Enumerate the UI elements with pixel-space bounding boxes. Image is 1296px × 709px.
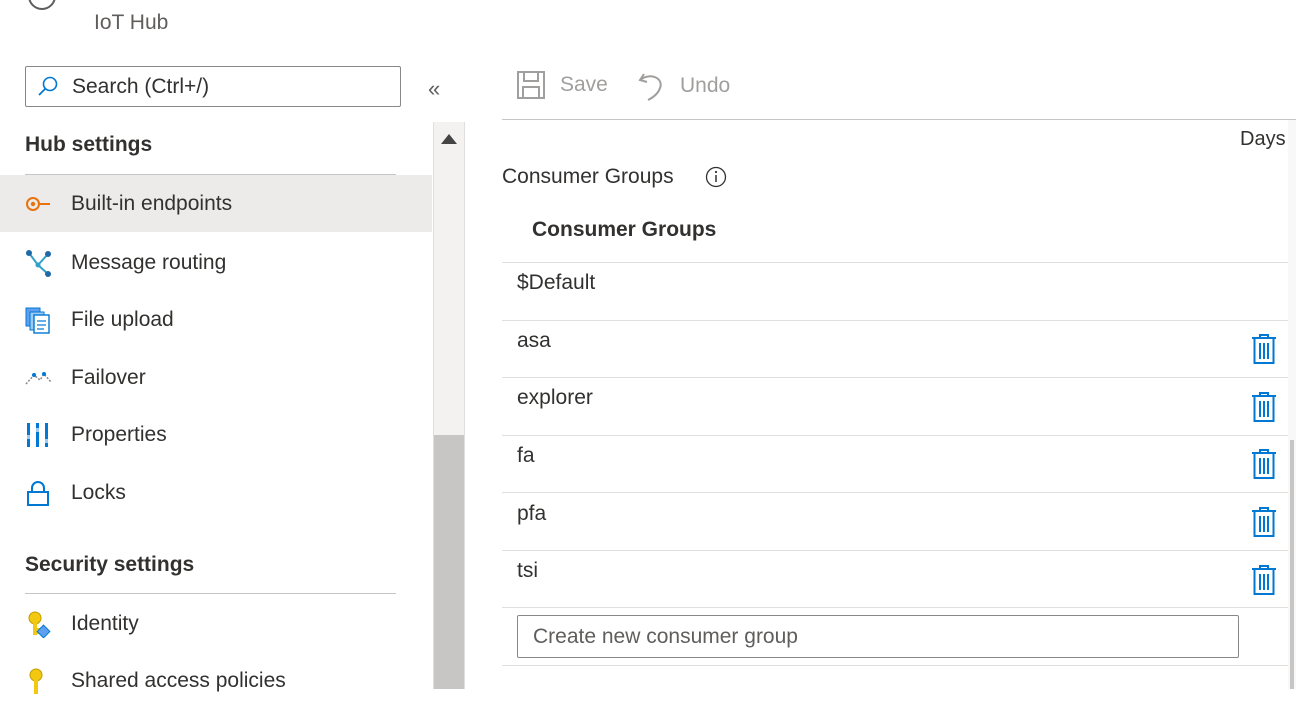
consumer-groups-label: Consumer Groups (502, 165, 674, 188)
sidebar-item-properties[interactable]: Properties (0, 406, 432, 463)
row-divider (502, 550, 1288, 551)
key-icon (24, 667, 52, 695)
table-row: $Default (517, 271, 596, 294)
table-row: asa (517, 329, 551, 352)
save-button[interactable]: Save (516, 70, 608, 100)
sidebar-item-label: Identity (71, 611, 139, 635)
info-icon[interactable] (705, 166, 727, 188)
routing-icon (24, 249, 52, 277)
table-row: pfa (517, 502, 547, 525)
sidebar-item-built-in-endpoints[interactable]: Built-in endpoints (0, 175, 432, 232)
table-row: fa (517, 444, 535, 467)
delete-icon[interactable] (1251, 448, 1277, 480)
content-scrollbar-thumb[interactable] (1290, 440, 1294, 689)
sidebar-scrollbar-thumb[interactable] (434, 435, 464, 689)
search-box[interactable] (25, 66, 401, 107)
new-consumer-group-input[interactable] (517, 615, 1239, 658)
endpoint-icon (24, 190, 52, 218)
undo-button[interactable]: Undo (638, 70, 730, 102)
search-input[interactable] (70, 73, 374, 100)
sidebar-item-message-routing[interactable]: Message routing (0, 234, 432, 291)
section-title-hub-settings: Hub settings (25, 133, 153, 156)
row-divider (502, 320, 1288, 321)
file-upload-icon (24, 306, 52, 334)
failover-icon (24, 364, 52, 392)
resource-icon (28, 0, 56, 10)
table-row: tsi (517, 559, 538, 582)
sidebar-item-locks[interactable]: Locks (0, 464, 432, 521)
delete-icon[interactable] (1251, 391, 1277, 423)
sidebar-item-label: Built-in endpoints (71, 191, 233, 215)
table-header-consumer-groups: Consumer Groups (532, 218, 717, 241)
toolbar-divider (502, 119, 1296, 120)
save-label: Save (560, 73, 608, 96)
undo-icon (638, 73, 662, 101)
collapse-sidebar-icon[interactable]: « (428, 76, 440, 102)
resource-type-subtitle: IoT Hub (94, 11, 169, 34)
delete-icon[interactable] (1251, 564, 1277, 596)
sidebar-item-identity[interactable]: Identity (0, 595, 432, 652)
row-divider (502, 665, 1288, 666)
properties-icon (24, 421, 52, 449)
lock-icon (24, 479, 52, 507)
sidebar-item-shared-access-policies[interactable]: Shared access policies (0, 652, 432, 709)
sidebar-item-label: Properties (71, 422, 167, 446)
row-divider (502, 492, 1288, 493)
sidebar-item-label: Failover (71, 365, 146, 389)
row-divider (502, 262, 1288, 263)
section-divider (25, 593, 396, 594)
save-icon (517, 71, 545, 99)
sidebar-item-label: Locks (71, 480, 126, 504)
table-row: explorer (517, 386, 593, 409)
delete-icon[interactable] (1251, 506, 1277, 538)
delete-icon[interactable] (1251, 333, 1277, 365)
sidebar-item-label: Message routing (71, 250, 227, 274)
sidebar-item-failover[interactable]: Failover (0, 349, 432, 406)
row-divider (502, 377, 1288, 378)
scroll-up-arrow-icon[interactable] (441, 134, 457, 144)
sidebar-item-file-upload[interactable]: File upload (0, 291, 432, 348)
sidebar-item-label: File upload (71, 307, 174, 331)
retention-unit-label: Days (1240, 128, 1286, 150)
section-title-security-settings: Security settings (25, 553, 195, 576)
undo-label: Undo (680, 74, 731, 97)
search-icon (38, 76, 58, 96)
row-divider (502, 607, 1288, 608)
identity-icon (24, 610, 52, 638)
row-divider (502, 435, 1288, 436)
